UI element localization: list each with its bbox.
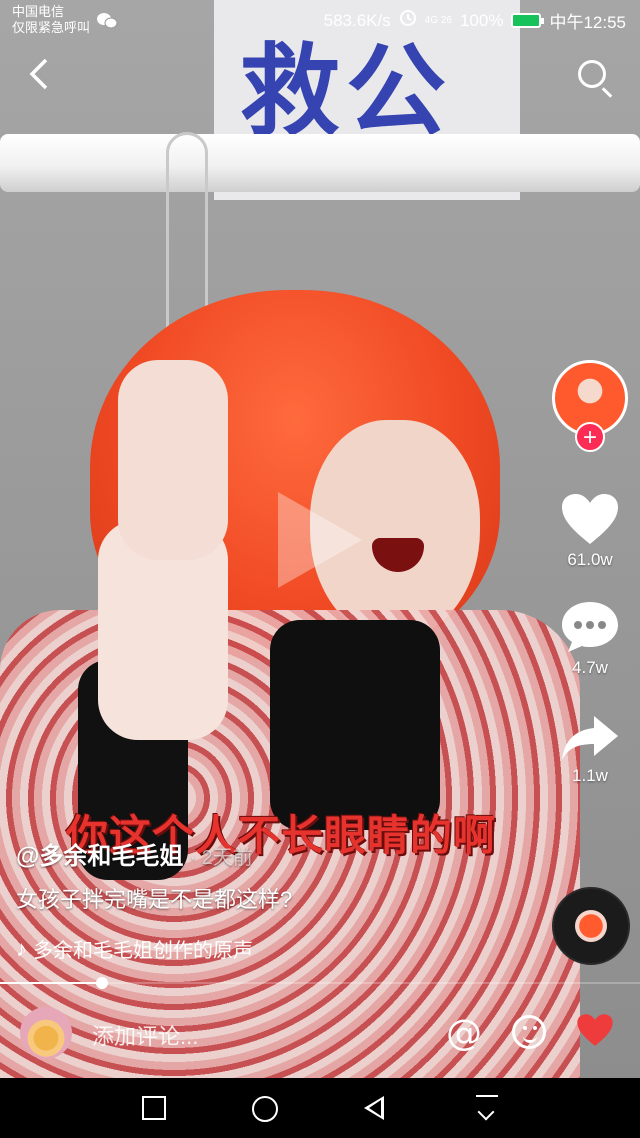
- battery-icon: [511, 13, 545, 28]
- battery-percent: 100%: [459, 10, 504, 30]
- username[interactable]: @多余和毛毛姐: [16, 843, 183, 870]
- comment-count: 4.7w: [572, 658, 608, 677]
- music-disc[interactable]: [552, 887, 630, 965]
- notification-pull-icon[interactable]: [474, 1092, 500, 1122]
- like-count: 61.0w: [567, 550, 613, 569]
- music-title: 多余和毛毛姐创作的原声: [33, 940, 253, 962]
- clock: 中午12:55: [549, 13, 626, 32]
- user-avatar[interactable]: [20, 1007, 72, 1059]
- post-time: · 2天前: [189, 847, 253, 869]
- at-mention-icon[interactable]: @: [446, 1013, 482, 1054]
- search-icon[interactable]: [578, 60, 606, 88]
- post-author[interactable]: @多余和毛毛姐 · 2天前: [16, 836, 253, 871]
- share-action[interactable]: 1.1w: [560, 714, 620, 786]
- network-speed: 583.6K/s: [323, 10, 391, 30]
- alarm-icon: [399, 9, 417, 32]
- status-bar: 中国电信 仅限紧急呼叫 583.6K/s 4G 26 100% 中午12:55: [0, 0, 640, 40]
- follow-button[interactable]: +: [575, 422, 605, 452]
- chevron-left-icon[interactable]: [28, 58, 48, 90]
- status-right: 583.6K/s 4G 26 100% 中午12:55: [324, 8, 626, 33]
- like-action[interactable]: 61.0w: [560, 492, 620, 570]
- comment-bar: 添加评论... @: [0, 995, 640, 1073]
- post-description: 女孩子拌完嘴是不是都这样?: [16, 887, 293, 912]
- signal-icon: 4G 26: [424, 14, 452, 26]
- black-shirt: [270, 620, 440, 830]
- video-player[interactable]: 救公 你这个人不长眼睛的啊: [0, 0, 640, 1078]
- like-heart-icon[interactable]: [576, 1013, 614, 1047]
- wechat-icon: [96, 12, 118, 35]
- carrier-status: 仅限紧急呼叫: [12, 20, 91, 35]
- curtain-rod: [0, 134, 640, 192]
- system-nav-bar: [0, 1078, 640, 1138]
- heart-icon[interactable]: [560, 492, 620, 546]
- home-icon[interactable]: [252, 1096, 278, 1122]
- share-count: 1.1w: [572, 766, 608, 785]
- carrier-info: 中国电信 仅限紧急呼叫: [12, 4, 90, 36]
- progress-fill: [0, 982, 103, 984]
- carrier-name: 中国电信: [12, 4, 65, 19]
- play-icon[interactable]: [278, 492, 362, 588]
- share-arrow-icon[interactable]: [560, 714, 620, 762]
- recent-apps-icon[interactable]: [142, 1096, 166, 1120]
- back-triangle-icon[interactable]: [364, 1096, 384, 1120]
- raised-hand: [118, 360, 228, 560]
- music-info[interactable]: ♪ 多余和毛毛姐创作的原声: [16, 934, 253, 963]
- comment-input[interactable]: 添加评论...: [92, 1019, 198, 1051]
- comment-action[interactable]: 4.7w: [560, 600, 620, 678]
- music-note-icon: ♪: [16, 935, 27, 961]
- comment-bubble-icon[interactable]: [560, 600, 620, 654]
- video-progress-bar[interactable]: [0, 977, 640, 989]
- emoji-icon[interactable]: [512, 1015, 546, 1049]
- action-rail: + 61.0w 4.7w 1.1w: [550, 360, 630, 786]
